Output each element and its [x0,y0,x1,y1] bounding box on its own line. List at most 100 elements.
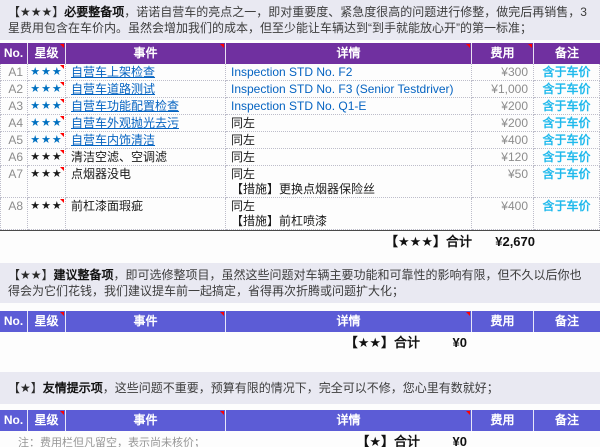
row-detail: 同左 [226,132,472,149]
three-star-table: No. 星级 事件 详情 费用 备注 A1 ★★★ 自营车上架检查 Inspec… [0,43,600,231]
row-note-badge: 含于车价 [534,198,600,230]
row-event-link[interactable]: 自营车上架检查 [66,64,226,81]
table-row: A2 ★★★ 自营车道路测试 Inspection STD No. F3 (Se… [0,81,600,98]
row-detail[interactable]: Inspection STD No. Q1-E [226,98,472,115]
row-detail: 同左 [226,115,472,132]
three-star-table-body: A1 ★★★ 自营车上架检查 Inspection STD No. F2 ¥30… [0,64,600,231]
total-row-two-star: 【★★】合计 ¥0 [0,334,600,352]
header-fee: 费用 [472,43,534,64]
row-fee: ¥1,000 [472,81,534,98]
row-star-rating: ★★★ [28,115,66,132]
section-three-star: 【★★★】必要整备项，诺诺自营车的亮点之一，即对重要度、紧急度很高的问题进行修整… [0,0,600,251]
table-row: A3 ★★★ 自营车功能配置检查 Inspection STD No. Q1-E… [0,98,600,115]
table-header-row: No. 星级 事件 详情 费用 备注 [0,410,600,431]
table-row: A4 ★★★ 自营车外观抛光去污 同左 ¥200 含于车价 [0,115,600,132]
total-label: 【★★】合计 [0,334,420,352]
table-row: A5 ★★★ 自营车内饰清洁 同左 ¥400 含于车价 [0,132,600,149]
header-no: No. [0,410,28,431]
row-star-rating: ★★★ [28,81,66,98]
table-row: A7 ★★★ 点烟器没电 同左【措施】更换点烟器保险丝 ¥50 含于车价 [0,166,600,198]
header-detail: 详情 [226,311,472,332]
header-note: 备注 [534,43,600,64]
row-detail[interactable]: Inspection STD No. F3 (Senior Testdriver… [226,81,472,98]
row-event-link[interactable]: 自营车外观抛光去污 [66,115,226,132]
row-fee: ¥300 [472,64,534,81]
section-one-star: 【★】友情提示项，这些问题不重要，预算有限的情况下，完全可以不修，您心里有数就好… [0,372,600,447]
row-detail: 同左【措施】前杠喷漆 [226,198,472,230]
row-detail[interactable]: Inspection STD No. F2 [226,64,472,81]
row-no: A3 [0,98,28,115]
section-desc: ，这些问题不重要，预算有限的情况下，完全可以不修，您心里有数就好； [103,381,499,395]
row-detail: 同左 [226,149,472,166]
row-star-rating: ★★★ [28,132,66,149]
row-event-link[interactable]: 自营车道路测试 [66,81,226,98]
table-row: A8 ★★★ 前杠漆面瑕疵 同左【措施】前杠喷漆 ¥400 含于车价 [0,198,600,230]
total-value: ¥0 [420,334,467,352]
row-no: A6 [0,149,28,166]
section-title: 建议整备项 [54,268,114,282]
section-one-star-intro: 【★】友情提示项，这些问题不重要，预算有限的情况下，完全可以不修，您心里有数就好… [0,372,600,404]
row-event-link: 点烟器没电 [66,166,226,198]
header-fee: 费用 [472,410,534,431]
row-no: A1 [0,64,28,81]
header-note: 备注 [534,311,600,332]
row-no: A4 [0,115,28,132]
row-detail: 同左【措施】更换点烟器保险丝 [226,166,472,198]
total-label: 【★★★】合计 [0,233,472,251]
row-no: A5 [0,132,28,149]
header-fee: 费用 [472,311,534,332]
row-event-link[interactable]: 自营车功能配置检查 [66,98,226,115]
table-header-row: No. 星级 事件 详情 费用 备注 [0,43,600,64]
header-note: 备注 [534,410,600,431]
header-star-level: 星级 [28,410,66,431]
section-two-star-intro: 【★★】建议整备项，即可选修整项目，虽然这些问题对车辆主要功能和可靠性的影响有限… [0,263,600,303]
row-note-badge: 含于车价 [534,115,600,132]
star-tag: 【★】 [8,381,43,395]
row-star-rating: ★★★ [28,166,66,198]
row-star-rating: ★★★ [28,64,66,81]
section-three-star-intro: 【★★★】必要整备项，诺诺自营车的亮点之一，即对重要度、紧急度很高的问题进行修整… [0,0,600,40]
table-header-row: No. 星级 事件 详情 费用 备注 [0,311,600,332]
row-fee: ¥400 [472,198,534,230]
row-star-rating: ★★★ [28,98,66,115]
row-fee: ¥120 [472,149,534,166]
header-star-level: 星级 [28,43,66,64]
row-note-badge: 含于车价 [534,132,600,149]
star-tag: 【★★】 [8,268,54,282]
header-event: 事件 [66,410,226,431]
two-star-table: No. 星级 事件 详情 费用 备注 [0,311,600,332]
total-value: ¥2,670 [472,233,537,251]
refurbishment-report: 【★★★】必要整备项，诺诺自营车的亮点之一，即对重要度、紧急度很高的问题进行修整… [0,0,600,447]
row-note-badge: 含于车价 [534,64,600,81]
section-two-star: 【★★】建议整备项，即可选修整项目，虽然这些问题对车辆主要功能和可靠性的影响有限… [0,263,600,352]
row-event-link: 清洁空滤、空调滤 [66,149,226,166]
header-no: No. [0,43,28,64]
row-fee: ¥200 [472,115,534,132]
row-event-link[interactable]: 自营车内饰清洁 [66,132,226,149]
row-star-rating: ★★★ [28,198,66,230]
footnote: 注：费用栏但凡留空，表示尚未核价； [18,434,205,447]
row-note-badge: 含于车价 [534,81,600,98]
row-fee: ¥50 [472,166,534,198]
section-title: 友情提示项 [43,381,103,395]
total-row-one-star: 注：费用栏但凡留空，表示尚未核价； 【★】合计 ¥0 [0,433,600,447]
row-note-badge: 含于车价 [534,166,600,198]
row-no: A7 [0,166,28,198]
row-note-badge: 含于车价 [534,149,600,166]
header-event: 事件 [66,311,226,332]
row-fee: ¥200 [472,98,534,115]
total-value: ¥0 [420,433,467,447]
section-title: 必要整备项 [64,5,124,19]
table-row: A1 ★★★ 自营车上架检查 Inspection STD No. F2 ¥30… [0,64,600,81]
header-event: 事件 [66,43,226,64]
one-star-table: No. 星级 事件 详情 费用 备注 [0,410,600,431]
row-event-link: 前杠漆面瑕疵 [66,198,226,230]
header-detail: 详情 [226,410,472,431]
header-star-level: 星级 [28,311,66,332]
table-row: A6 ★★★ 清洁空滤、空调滤 同左 ¥120 含于车价 [0,149,600,166]
row-star-rating: ★★★ [28,149,66,166]
row-no: A8 [0,198,28,230]
star-tag: 【★★★】 [8,5,64,19]
header-no: No. [0,311,28,332]
row-fee: ¥400 [472,132,534,149]
